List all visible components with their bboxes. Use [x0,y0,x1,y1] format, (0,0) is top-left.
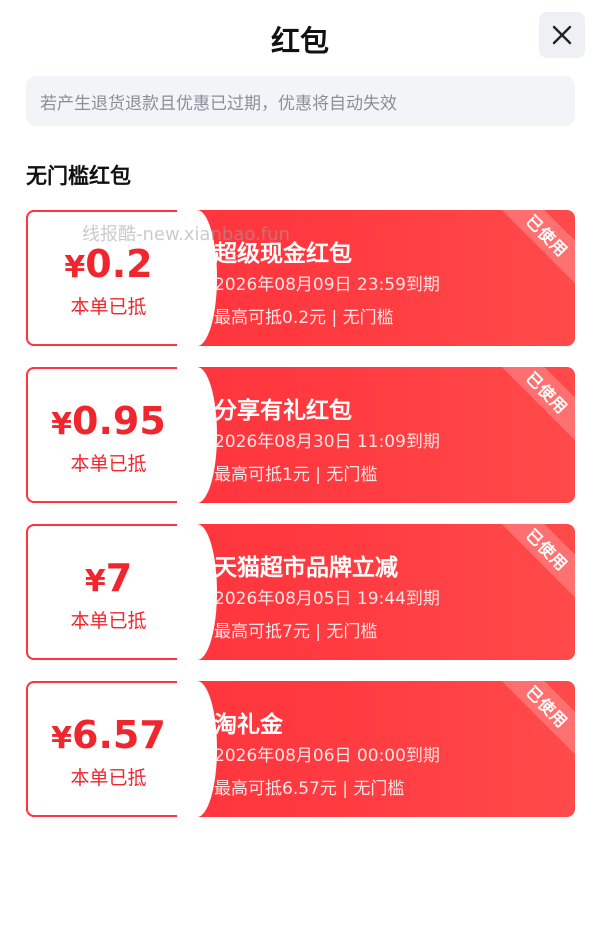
coupon-expiry: 2026年08月30日 11:09到期 [214,432,440,452]
coupon-limit: 最高可抵1元 | 无门槛 [214,465,378,485]
used-stamp: 已使用 [491,210,575,292]
amount-value: 6.57 [72,713,166,757]
watermark: 线报酷-new.xianbao.fun [82,224,290,245]
coupon-name: 天猫超市品牌立减 [214,555,398,581]
currency-symbol: ¥ [84,564,106,599]
coupon-card[interactable]: ¥6.57 本单已抵 淘礼金 2026年08月06日 00:00到期 最高可抵6… [26,681,575,817]
coupon-expiry: 2026年08月05日 19:44到期 [214,589,440,609]
section-title: 无门槛红包 [26,164,131,188]
coupon-amount: ¥0.95 [26,399,191,443]
coupon-name: 分享有礼红包 [214,398,352,424]
currency-symbol: ¥ [51,721,73,756]
deduct-label: 本单已抵 [70,767,147,789]
amount-value: 7 [105,556,133,600]
used-stamp: 已使用 [491,367,575,449]
coupon-limit: 最高可抵0.2元 | 无门槛 [214,308,394,328]
coupon-name: 淘礼金 [214,712,283,738]
amount-value: 0.95 [72,399,166,443]
currency-symbol: ¥ [51,407,73,442]
coupon-expiry: 2026年08月06日 00:00到期 [214,746,440,766]
coupon-card[interactable]: ¥0.95 本单已抵 分享有礼红包 2026年08月30日 11:09到期 最高… [26,367,575,503]
amount-value: 0.2 [85,242,153,286]
close-icon [552,25,572,45]
coupon-amount: ¥7 [26,556,191,600]
deduct-label: 本单已抵 [70,610,147,632]
coupon-amount: ¥0.2 [26,242,191,286]
used-stamp: 已使用 [491,681,575,763]
used-stamp: 已使用 [491,524,575,606]
deduct-label: 本单已抵 [70,453,147,475]
currency-symbol: ¥ [64,250,86,285]
header: 红包 [0,0,600,74]
deduct-label: 本单已抵 [70,296,147,318]
coupon-limit: 最高可抵7元 | 无门槛 [214,622,378,642]
coupon-card[interactable]: ¥7 本单已抵 天猫超市品牌立减 2026年08月05日 19:44到期 最高可… [26,524,575,660]
notice-banner: 若产生退货退款且优惠已过期，优惠将自动失效 [26,76,575,126]
coupon-expiry: 2026年08月09日 23:59到期 [214,275,440,295]
page-title: 红包 [270,24,329,58]
coupon-amount: ¥6.57 [26,713,191,757]
close-button[interactable] [539,12,585,58]
coupon-limit: 最高可抵6.57元 | 无门槛 [214,779,405,799]
